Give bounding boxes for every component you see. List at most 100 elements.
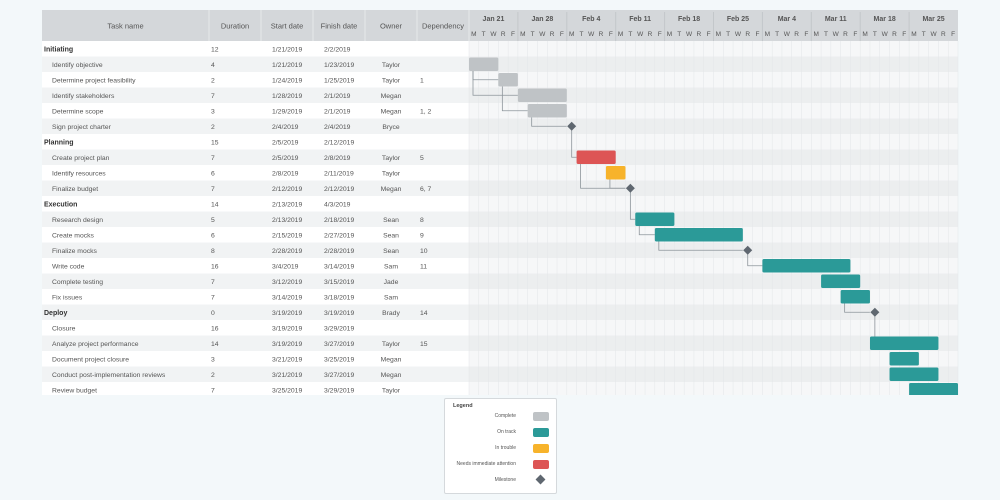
table-row[interactable] [42,304,469,321]
cell-owner: Bryce [382,124,400,131]
cell-name: Finalize budget [52,186,98,193]
cell-start: 3/4/2019 [272,263,299,270]
cell-name: Planning [44,139,74,146]
day-label: R [745,31,750,38]
gantt-bar[interactable] [498,73,518,87]
column-header-task[interactable]: Task name [107,22,143,31]
legend-swatch [533,412,549,421]
cell-duration: 14 [211,341,219,348]
cell-duration: 0 [211,310,215,317]
week-label: Mar 18 [874,16,896,23]
table-row[interactable] [42,103,469,119]
table-row[interactable] [42,180,469,197]
table-row[interactable] [42,227,469,243]
table-row[interactable] [42,41,469,57]
week-label: Feb 18 [678,16,700,23]
column-header-finish[interactable]: Finish date [321,22,358,31]
day-label: R [794,31,799,38]
day-label: W [833,31,840,38]
day-label: W [539,31,546,38]
cell-owner: Megan [381,93,402,100]
day-label: W [784,31,791,38]
cell-name: Sign project charter [52,124,112,131]
gantt-bar[interactable] [527,104,567,118]
cell-finish: 3/27/2019 [324,372,354,379]
cell-finish: 3/18/2019 [324,294,354,301]
gantt-bar[interactable] [576,150,616,165]
table-row[interactable] [42,165,469,181]
week-label: Jan 28 [531,16,553,23]
day-label: T [824,31,828,38]
day-label: M [667,31,672,38]
day-label: F [853,31,857,38]
column-header-duration[interactable]: Duration [221,22,249,31]
cell-dependency: 11 [420,263,427,270]
gantt-chart: Task name Duration Start date Finish date Ow… [42,10,959,395]
cell-duration: 2 [211,77,215,84]
week-label: Mar 25 [922,16,944,23]
cell-dependency: 15 [420,341,428,348]
table-row[interactable] [42,382,469,395]
cell-name: Complete testing [52,279,103,286]
column-header-dependency[interactable]: Dependency [422,22,464,31]
column-header-start[interactable]: Start date [271,22,304,31]
cell-start: 1/21/2019 [272,62,302,69]
legend-label: Complete [494,413,516,419]
cell-start: 2/8/2019 [272,170,299,177]
cell-start: 2/5/2019 [272,139,299,146]
column-header-owner[interactable]: Owner [380,22,403,31]
table-row[interactable] [42,196,469,212]
day-label: T [726,31,730,38]
cell-name: Create project plan [52,155,110,162]
cell-duration: 15 [211,139,219,146]
legend: Legend Complete On track In trouble Needs i… [444,398,557,494]
cell-dependency: 1, 2 [420,108,432,115]
gantt-bar[interactable] [635,212,675,227]
table-row[interactable] [42,211,469,228]
table-row[interactable] [42,56,469,73]
gantt-bar[interactable] [654,228,743,242]
table-row[interactable] [42,273,469,290]
day-label: R [648,31,653,38]
day-label: T [579,31,583,38]
cell-duration: 2 [211,372,215,379]
cell-start: 3/14/2019 [272,294,302,301]
table-row[interactable] [42,289,469,305]
cell-finish: 2/12/2019 [324,186,354,193]
week-label: Mar 4 [778,16,796,23]
cell-finish: 2/1/2019 [324,108,351,115]
cell-owner: Megan [381,356,402,363]
cell-start: 3/19/2019 [272,341,302,348]
cell-start: 3/19/2019 [272,325,302,332]
gantt-bar[interactable] [869,336,939,351]
cell-owner: Sean [383,248,399,255]
cell-owner: Sam [384,294,398,301]
gantt-bar[interactable] [762,259,851,273]
cell-duration: 7 [211,186,215,193]
gantt-bar[interactable] [889,367,939,382]
gantt-bar[interactable] [909,383,958,395]
day-label: R [696,31,701,38]
table-row[interactable] [42,242,469,259]
gantt-bar[interactable] [889,352,919,366]
gantt-bar[interactable] [605,166,626,180]
gantt-bar[interactable] [821,274,861,289]
table-row[interactable] [42,320,469,336]
cell-finish: 3/19/2019 [324,310,354,317]
cell-name: Analyze project performance [52,341,139,348]
day-label: M [911,31,916,38]
day-label: W [686,31,693,38]
cell-owner: Jade [384,279,399,286]
cell-dependency: 9 [420,232,424,239]
gantt-bar[interactable] [840,290,870,304]
gantt-bar[interactable] [517,88,567,103]
cell-start: 2/13/2019 [272,201,302,208]
week-label: Feb 11 [629,16,651,23]
gantt-bar[interactable] [469,57,499,72]
day-label: T [482,31,486,38]
cell-finish: 2/28/2019 [324,248,354,255]
table-row[interactable] [42,134,469,150]
cell-start: 2/13/2019 [272,217,302,224]
cell-finish: 3/29/2019 [324,325,354,332]
table-row[interactable] [42,258,469,274]
